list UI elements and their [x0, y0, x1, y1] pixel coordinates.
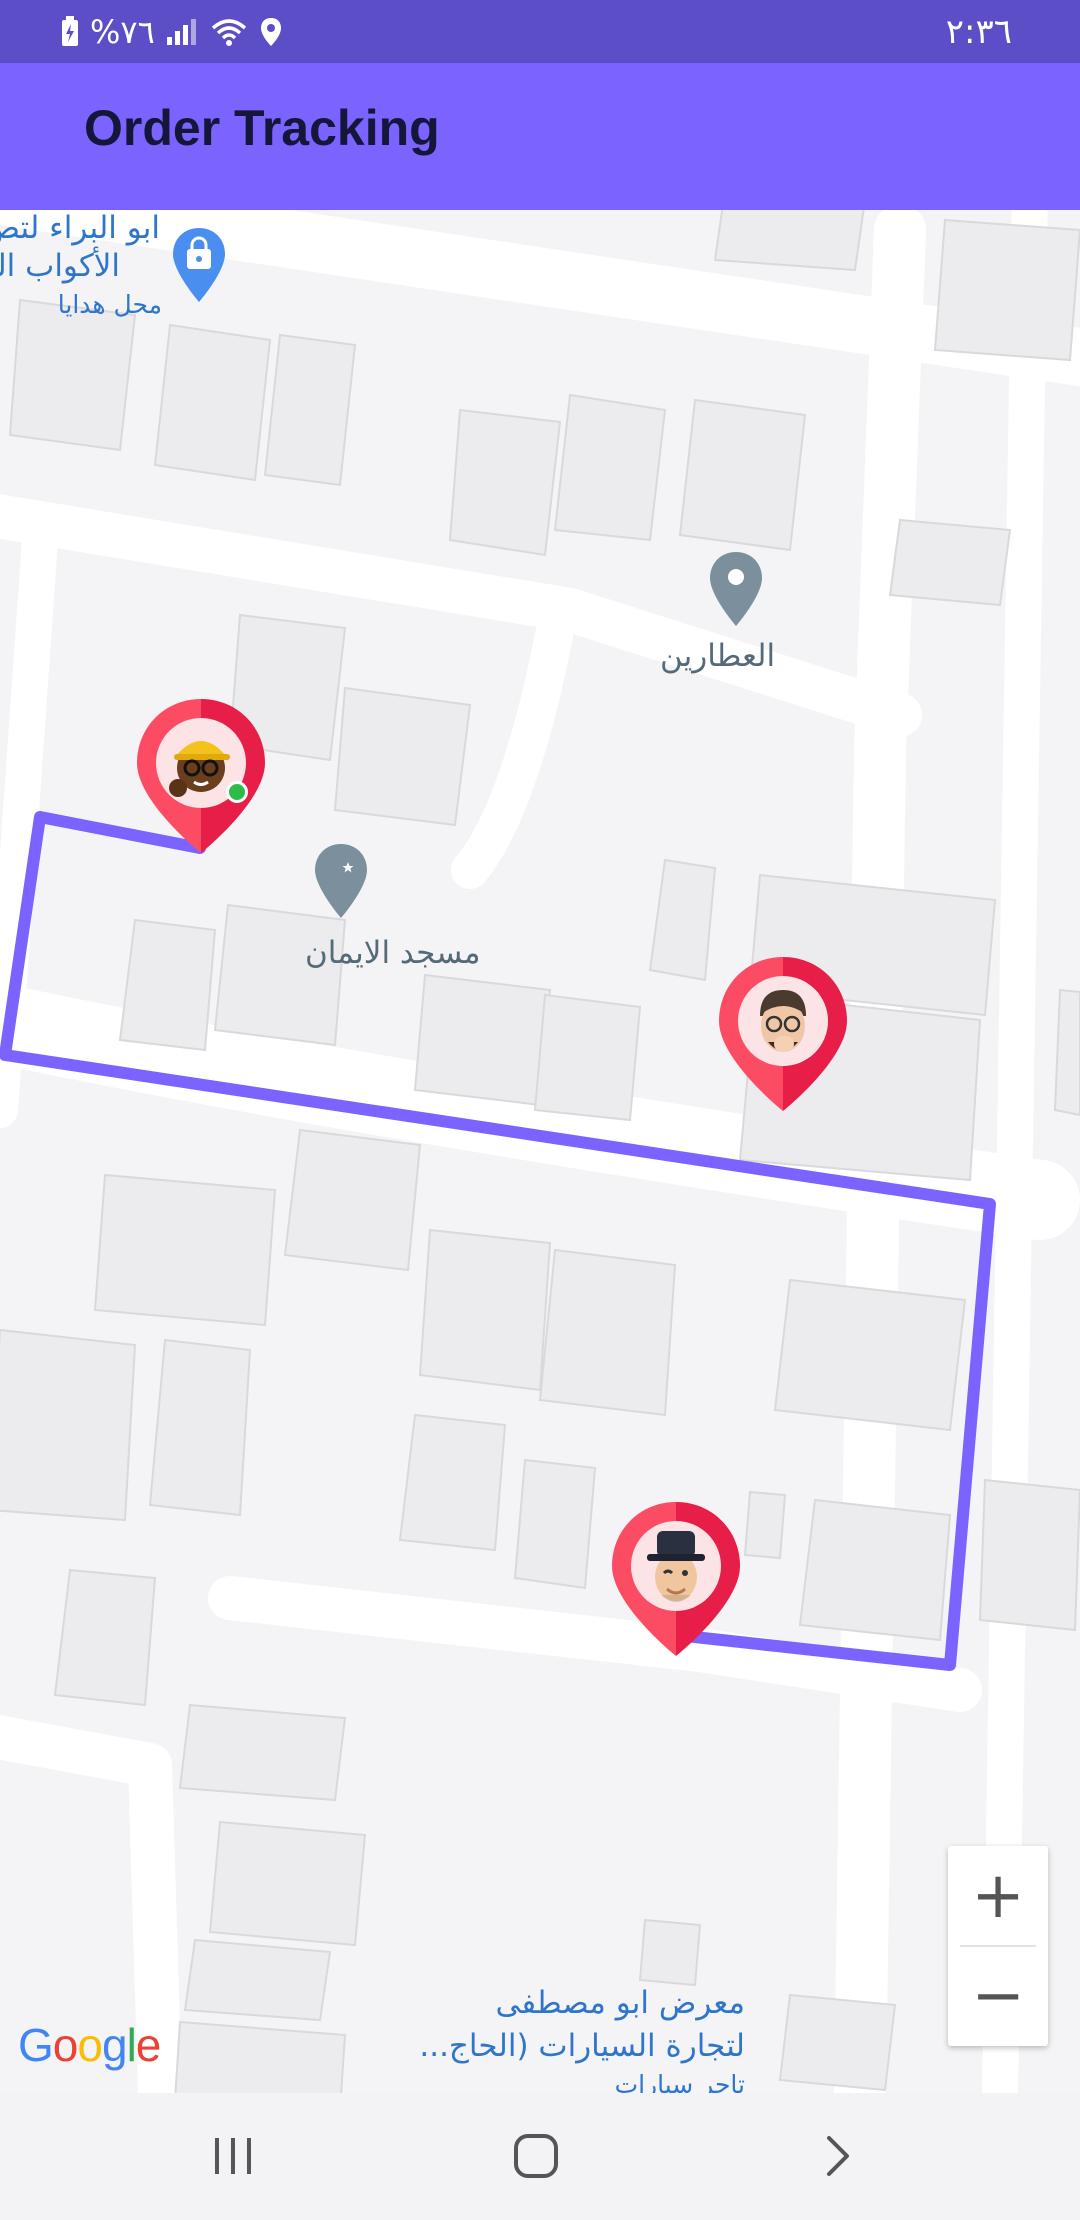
zoom-out-button[interactable]: −	[948, 1946, 1048, 2046]
gift-shop-label-line2[interactable]: الأكواب الورق	[0, 248, 120, 284]
signal-icon	[166, 19, 196, 45]
car-showroom-label-line1[interactable]: معرض ابو مصطفى	[495, 1985, 745, 2021]
status-bar: %٧٦ ٢:٣٦	[0, 0, 1080, 63]
mosque-label[interactable]: مسجد الايمان	[305, 935, 480, 971]
clock: ٢:٣٦	[945, 12, 1012, 52]
courier-marker[interactable]	[135, 697, 267, 857]
gift-shop-category: محل هدايا	[57, 290, 162, 319]
map-base	[0, 210, 1080, 2093]
recipient-avatar-icon	[631, 1521, 721, 1611]
place-pin-poi-icon[interactable]	[707, 550, 765, 628]
destination-marker[interactable]	[610, 1500, 742, 1660]
location-icon	[260, 18, 281, 46]
gift-shop-label-line1[interactable]: ابو البراء لتص	[0, 210, 160, 246]
zoom-in-button[interactable]: +	[948, 1846, 1048, 1946]
zoom-controls: + −	[948, 1846, 1048, 2046]
attareen-label[interactable]: العطارين	[660, 638, 775, 674]
car-showroom-category: تاجر سيارات	[614, 2070, 745, 2093]
online-status-indicator	[226, 781, 248, 803]
recent-apps-icon	[215, 2138, 251, 2174]
status-icons: %٧٦	[60, 10, 283, 54]
shopping-bag-poi-icon[interactable]	[170, 226, 228, 304]
customer-avatar-icon	[738, 976, 828, 1066]
system-navigation-bar	[0, 2093, 1080, 2220]
car-showroom-label-line2[interactable]: لتجارة السيارات (الحاج...	[419, 2028, 745, 2064]
page-title: Order Tracking	[84, 100, 440, 156]
recent-apps-button[interactable]	[188, 2121, 278, 2191]
google-logo: Google	[18, 2019, 161, 2071]
battery-charging-icon	[62, 16, 78, 46]
wifi-icon	[211, 19, 246, 46]
map-view[interactable]: ابو البراء لتص الأكواب الورق محل هدايا ا…	[0, 210, 1080, 2093]
battery-level: %٧٦	[90, 13, 155, 51]
home-icon	[514, 2134, 558, 2178]
app-bar: Order Tracking	[0, 63, 1080, 210]
home-button[interactable]	[491, 2121, 581, 2191]
back-button[interactable]	[793, 2121, 883, 2191]
back-chevron-icon	[827, 2136, 849, 2176]
waypoint-marker[interactable]	[717, 955, 849, 1115]
mosque-poi-icon[interactable]	[312, 842, 370, 920]
